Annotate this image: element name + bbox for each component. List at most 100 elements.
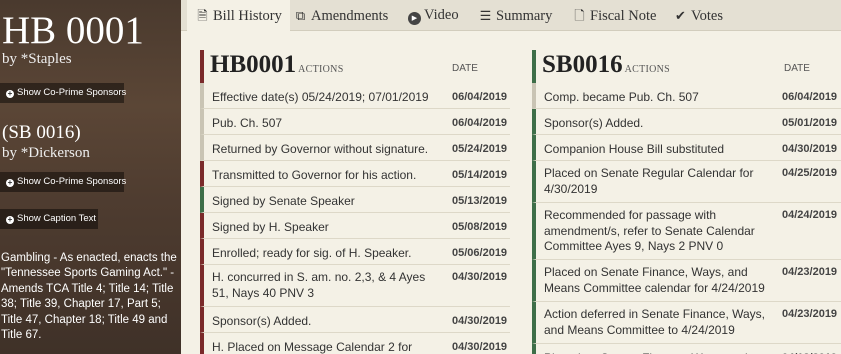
companion-bill-number: (SB 0016) <box>2 122 81 143</box>
action-text: Signed by H. Speaker <box>212 220 329 234</box>
action-row: Recommended for passage with amendment/s… <box>532 203 841 260</box>
action-text: Enrolled; ready for sig. of H. Speaker. <box>212 246 412 260</box>
panel-header: SB0016 ACTIONS DATE <box>532 50 841 83</box>
tab-votes[interactable]: ✔ Votes <box>665 0 731 31</box>
action-list: Comp. became Pub. Ch. 507 06/04/2019 Spons… <box>532 83 841 354</box>
tab-amendments[interactable]: ⧉ Amendments <box>285 0 396 31</box>
play-icon: ▶ <box>408 12 421 25</box>
action-date: 04/30/2019 <box>452 315 508 327</box>
show-co-prime-sponsors-button-2[interactable]: + Show Co-Prime Sponsors <box>0 172 127 192</box>
tab-bar: 🗎 Bill History ⧉ Amendments ▶ Video ☰ Summar… <box>181 0 841 31</box>
action-date: 05/08/2019 <box>452 221 508 233</box>
show-co-prime-label-2: Show Co-Prime Sponsors <box>17 176 127 187</box>
show-caption-label: Show Caption Text <box>17 213 97 224</box>
page-icon: 🗋 <box>574 8 585 23</box>
action-date: 04/24/2019 <box>782 209 838 221</box>
tab-fiscal-note[interactable]: 🗋 Fiscal Note <box>564 0 664 31</box>
action-row: Sponsor(s) Added. 04/30/2019 <box>200 307 510 333</box>
action-text: Placed on Senate Regular Calendar for 4/… <box>544 166 754 196</box>
action-row: Companion House Bill substituted 04/30/20… <box>532 135 841 161</box>
tab-label: Fiscal Note <box>590 8 657 24</box>
action-date: 04/25/2019 <box>782 167 838 179</box>
action-text: Returned by Governor without signature. <box>212 142 429 156</box>
tab-label: Amendments <box>311 8 389 24</box>
action-date: 05/13/2019 <box>452 195 508 207</box>
action-text: H. concurred in S. am. no. 2,3, & 4 Ayes… <box>212 270 426 300</box>
action-text: Companion House Bill substituted <box>544 142 725 156</box>
panel-title: HB0001 ACTIONS <box>210 50 344 85</box>
action-text: Pub. Ch. 507 <box>212 116 283 130</box>
action-row: Returned by Governor without signature. 0… <box>200 135 510 161</box>
action-date: 04/30/2019 <box>452 271 508 283</box>
action-text: Recommended for passage with amendment/s… <box>544 208 755 253</box>
tab-label: Bill History <box>213 8 282 24</box>
action-date: 04/23/2019 <box>782 308 838 320</box>
action-text: Sponsor(s) Added. <box>212 314 312 328</box>
action-row: Effective date(s) 05/24/2019; 07/01/2019… <box>200 83 510 109</box>
action-text: Transmitted to Governor for his action. <box>212 168 417 182</box>
action-row: Pub. Ch. 507 06/04/2019 <box>200 109 510 135</box>
show-caption-text-button[interactable]: + Show Caption Text <box>0 209 98 229</box>
action-text: Sponsor(s) Added. <box>544 116 644 130</box>
plus-circle-icon: + <box>6 178 14 187</box>
action-date: 05/24/2019 <box>452 143 508 155</box>
bill-sponsor: by *Staples <box>2 51 72 67</box>
action-row: Signed by Senate Speaker 05/13/2019 <box>200 187 510 213</box>
list-icon: ☰ <box>479 8 492 23</box>
action-date: 06/04/2019 <box>452 91 508 103</box>
caption-text: Gambling - As enacted, enacts the "Tenne… <box>1 252 177 342</box>
action-date: 05/14/2019 <box>452 169 508 181</box>
action-text: Action deferred in Senate Finance, Ways,… <box>544 307 766 337</box>
action-text: Signed by Senate Speaker <box>212 194 355 208</box>
bill-id: SB0016 <box>542 51 623 78</box>
action-row: Placed on Senate Regular Calendar for 4/… <box>532 161 841 203</box>
tab-summary[interactable]: ☰ Summary <box>470 0 560 31</box>
tab-label: Summary <box>496 8 553 24</box>
house-bill-actions-panel: HB0001 ACTIONS DATE Effective date(s) 05/… <box>200 50 510 354</box>
action-row: Signed by H. Speaker 05/08/2019 <box>200 213 510 239</box>
panel-title: SB0016 ACTIONS <box>542 50 670 85</box>
bill-sidebar: HB 0001 by *Staples + Show Co-Prime Spons… <box>0 0 181 354</box>
action-row: Placed on Senate Finance, Ways, and04/18… <box>532 344 841 354</box>
action-row: Enrolled; ready for sig. of H. Speaker. 0… <box>200 239 510 265</box>
actions-header: ACTIONS <box>298 64 344 75</box>
action-date: 04/23/2019 <box>782 266 838 278</box>
tab-video[interactable]: ▶ Video <box>400 0 467 31</box>
action-row: Transmitted to Governor for his action. 0… <box>200 161 510 187</box>
action-date: 06/04/2019 <box>782 91 838 103</box>
action-date: 05/01/2019 <box>782 117 838 129</box>
bill-number: HB 0001 <box>2 9 144 52</box>
action-text: H. Placed on Message Calendar 2 for <box>212 340 413 354</box>
show-co-prime-sponsors-button[interactable]: + Show Co-Prime Sponsors <box>0 83 127 103</box>
action-date: 04/30/2019 <box>782 143 838 155</box>
copy-icon: ⧉ <box>295 8 306 23</box>
action-text: Placed on Senate Finance, Ways, and Mean… <box>544 265 765 295</box>
date-header: DATE <box>452 63 478 74</box>
companion-sponsor: by *Dickerson <box>2 145 90 161</box>
action-row: H. concurred in S. am. no. 2,3, & 4 Ayes… <box>200 265 510 307</box>
action-row: Sponsor(s) Added. 05/01/2019 <box>532 109 841 135</box>
actions-header: ACTIONS <box>624 64 671 75</box>
tab-label: Votes <box>691 8 723 24</box>
plus-circle-icon: + <box>6 215 14 224</box>
bill-id: HB0001 <box>210 51 297 78</box>
action-row: Comp. became Pub. Ch. 507 06/04/2019 <box>532 83 841 109</box>
tab-label: Video <box>424 7 459 23</box>
action-text: Effective date(s) 05/24/2019; 07/01/2019 <box>212 90 429 104</box>
action-text: Comp. became Pub. Ch. 507 <box>544 90 699 104</box>
tab-bill-history[interactable]: 🗎 Bill History <box>187 0 290 31</box>
plus-circle-icon: + <box>6 89 14 98</box>
action-row: Placed on Senate Finance, Ways, and Mean… <box>532 260 841 302</box>
check-icon: ✔ <box>675 8 686 23</box>
action-date: 05/06/2019 <box>452 247 508 259</box>
show-co-prime-label: Show Co-Prime Sponsors <box>17 87 127 98</box>
senate-bill-actions-panel: SB0016 ACTIONS DATE Comp. became Pub. Ch.… <box>532 50 841 354</box>
action-list: Effective date(s) 05/24/2019; 07/01/2019… <box>200 83 510 354</box>
date-header: DATE <box>784 63 810 74</box>
action-row: Action deferred in Senate Finance, Ways,… <box>532 302 841 344</box>
document-icon: 🗎 <box>197 8 208 23</box>
action-row: H. Placed on Message Calendar 2 for 04/30… <box>200 333 510 354</box>
action-date: 06/04/2019 <box>452 117 508 129</box>
action-date: 04/30/2019 <box>452 341 508 353</box>
panel-header: HB0001 ACTIONS DATE <box>200 50 510 83</box>
